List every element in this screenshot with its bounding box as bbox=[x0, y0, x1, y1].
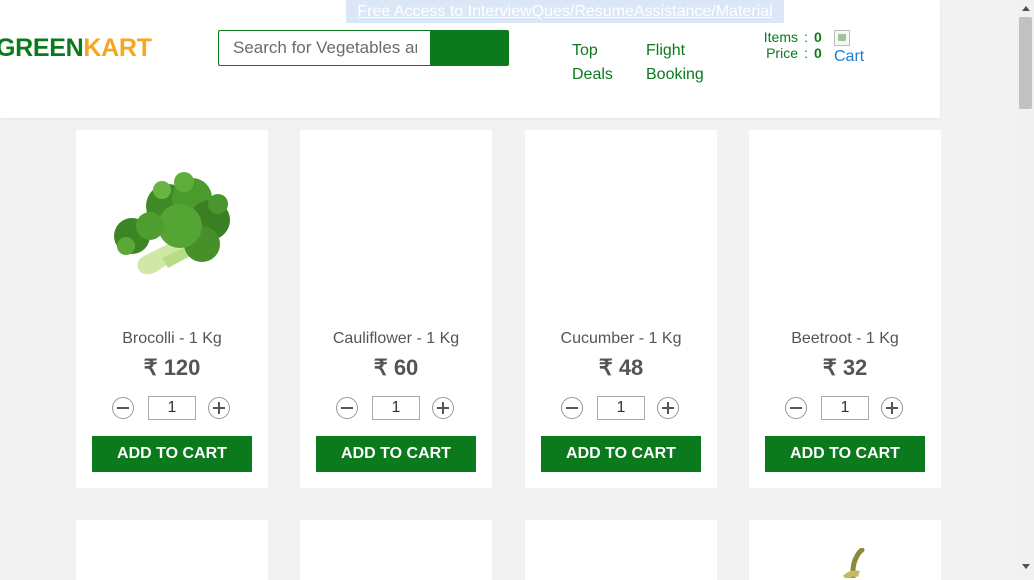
items-separator: : bbox=[804, 29, 808, 45]
product-name: Cauliflower - 1 Kg bbox=[332, 330, 460, 347]
product-image-broccoli bbox=[92, 146, 252, 306]
scrollbar-thumb[interactable] bbox=[1019, 17, 1032, 109]
decrement-button[interactable] bbox=[785, 397, 807, 419]
product-card bbox=[525, 520, 717, 580]
product-card: Cucumber - 1 Kg ₹ 48 ADD TO CART bbox=[525, 130, 717, 488]
quantity-input[interactable] bbox=[372, 396, 420, 420]
search-bar bbox=[218, 30, 509, 66]
increment-button[interactable] bbox=[881, 397, 903, 419]
items-count: 0 bbox=[814, 29, 822, 45]
price-separator: : bbox=[804, 45, 808, 61]
vertical-scrollbar[interactable] bbox=[1017, 0, 1034, 575]
quantity-input[interactable] bbox=[597, 396, 645, 420]
increment-button[interactable] bbox=[208, 397, 230, 419]
flight-booking-line2: Booking bbox=[646, 66, 704, 83]
product-name: Beetroot - 1 Kg bbox=[791, 330, 899, 347]
logo-green: GREEN bbox=[0, 34, 84, 62]
add-to-cart-button[interactable]: ADD TO CART bbox=[765, 436, 925, 472]
header: Free Access to InterviewQues/ResumeAssis… bbox=[0, 0, 940, 118]
top-deals-link[interactable]: Top Deals bbox=[572, 39, 613, 87]
product-card: Brocolli - 1 Kg ₹ 120 ADD TO CART bbox=[76, 130, 268, 488]
cart-link[interactable]: Cart bbox=[834, 30, 864, 66]
product-price: ₹ 32 bbox=[822, 355, 868, 380]
decrement-button[interactable] bbox=[112, 397, 134, 419]
quantity-input[interactable] bbox=[821, 396, 869, 420]
cart-icon bbox=[834, 30, 850, 46]
price-label: Price bbox=[766, 45, 798, 61]
product-name: Brocolli - 1 Kg bbox=[122, 330, 222, 347]
items-label: Items bbox=[763, 29, 798, 45]
quantity-stepper bbox=[112, 395, 234, 421]
product-image bbox=[765, 146, 925, 306]
decrement-button[interactable] bbox=[336, 397, 358, 419]
top-deals-line1: Top bbox=[572, 42, 598, 59]
cart-items-row: Items : 0 bbox=[750, 29, 822, 45]
product-price: ₹ 48 bbox=[598, 355, 644, 380]
scroll-down-arrow-icon[interactable] bbox=[1017, 558, 1034, 575]
top-deals-line2: Deals bbox=[572, 66, 613, 83]
product-card: Beetroot - 1 Kg ₹ 32 ADD TO CART bbox=[749, 130, 941, 488]
product-name: Cucumber - 1 Kg bbox=[560, 330, 682, 347]
promo-link[interactable]: Free Access to InterviewQues/ResumeAssis… bbox=[346, 0, 784, 23]
search-input[interactable] bbox=[218, 30, 431, 66]
quantity-stepper bbox=[561, 395, 683, 421]
product-image bbox=[316, 146, 476, 306]
product-card bbox=[749, 520, 941, 580]
broccoli-icon bbox=[114, 172, 230, 275]
flight-booking-line1: Flight bbox=[646, 42, 686, 59]
add-to-cart-button[interactable]: ADD TO CART bbox=[92, 436, 252, 472]
product-card: Cauliflower - 1 Kg ₹ 60 ADD TO CART bbox=[300, 130, 492, 488]
increment-button[interactable] bbox=[657, 397, 679, 419]
add-to-cart-button[interactable]: ADD TO CART bbox=[316, 436, 476, 472]
add-to-cart-button[interactable]: ADD TO CART bbox=[541, 436, 701, 472]
quantity-stepper bbox=[785, 395, 907, 421]
vegetable-stem-icon bbox=[842, 548, 865, 578]
search-button[interactable] bbox=[430, 30, 509, 66]
product-price: ₹ 120 bbox=[143, 355, 201, 380]
quantity-stepper bbox=[336, 395, 458, 421]
cart-price-row: Price : 0 bbox=[750, 45, 822, 61]
quantity-input[interactable] bbox=[148, 396, 196, 420]
cart-label: Cart bbox=[834, 48, 865, 65]
product-image bbox=[541, 146, 701, 306]
logo-kart: KART bbox=[83, 34, 152, 62]
increment-button[interactable] bbox=[432, 397, 454, 419]
product-price: ₹ 60 bbox=[373, 355, 419, 380]
scroll-up-arrow-icon[interactable] bbox=[1017, 0, 1034, 17]
flight-booking-link[interactable]: Flight Booking bbox=[646, 39, 704, 87]
product-card bbox=[76, 520, 268, 580]
decrement-button[interactable] bbox=[561, 397, 583, 419]
logo[interactable]: GREENKART bbox=[0, 34, 152, 63]
product-card bbox=[300, 520, 492, 580]
cart-info: Items : 0 Price : 0 bbox=[750, 29, 822, 61]
price-total: 0 bbox=[814, 45, 822, 61]
